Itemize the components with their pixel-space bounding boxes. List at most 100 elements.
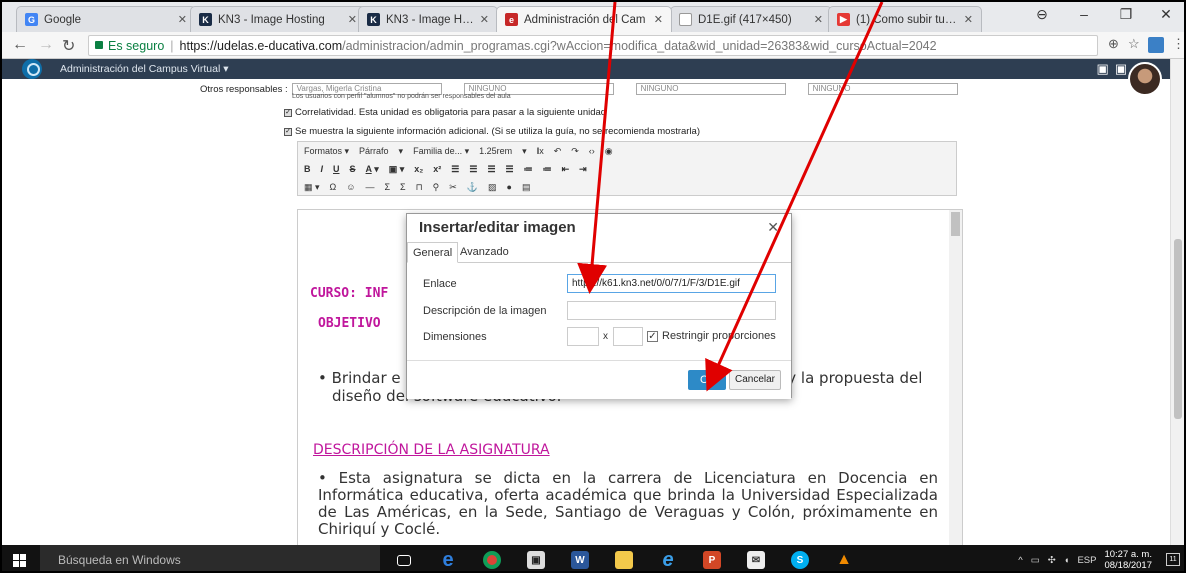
skype-icon[interactable]: S (778, 545, 822, 571)
back-icon[interactable]: ← (12, 36, 28, 54)
restore-icon[interactable]: ❐ (1106, 6, 1146, 23)
tab-d1e-gif[interactable]: D1E.gif (417×450) ✕ (670, 6, 832, 32)
page-scrollbar[interactable] (1170, 59, 1184, 545)
edge-icon[interactable]: e (426, 545, 470, 571)
numbered-list-icon[interactable]: ≔ (543, 164, 552, 175)
close-icon[interactable]: ✕ (964, 13, 973, 26)
window-close-icon[interactable]: ✕ (1146, 6, 1184, 23)
special-char-icon[interactable]: Ω (330, 182, 337, 192)
align-center-icon[interactable]: ☰ (469, 164, 477, 175)
close-icon[interactable]: ✕ (348, 13, 357, 26)
windows-start-icon[interactable] (13, 554, 26, 567)
tab-avanzado[interactable]: Avanzado (455, 242, 514, 263)
font-size-dropdown[interactable]: 1.25rem (479, 146, 512, 156)
forward-icon[interactable]: → (38, 36, 54, 54)
correlatividad-option[interactable]: ✓ Correlatividad. Esta unidad es obligat… (284, 107, 606, 118)
responsable-select-3[interactable]: NINGUNO (635, 83, 786, 95)
taskbar-search[interactable]: Búsqueda en Windows (40, 545, 380, 571)
task-view-icon[interactable] (382, 545, 426, 571)
checkbox-icon[interactable]: ✓ (647, 330, 658, 342)
redo-icon[interactable]: ↷ (571, 146, 579, 157)
extension-icon[interactable] (1148, 37, 1164, 53)
checkbox-icon[interactable]: ✓ (284, 108, 292, 117)
font-color-icon[interactable]: A ▾ (366, 164, 379, 175)
tray-expand-icon[interactable]: ^ (1018, 555, 1022, 566)
sigma-icon[interactable]: Σ (384, 182, 390, 192)
menu-icon[interactable]: ⋮ (1172, 36, 1184, 52)
preview-icon[interactable]: ◉ (605, 146, 613, 157)
template-icon[interactable]: ▤ (522, 182, 531, 193)
tab-kn3-2[interactable]: K KN3 - Image Hosting ✕ (358, 6, 498, 32)
tab-kn3-1[interactable]: K KN3 - Image Hosting ✕ (190, 6, 366, 32)
reload-icon[interactable]: ↻ (62, 36, 75, 56)
outdent-icon[interactable]: ⇤ (562, 164, 570, 175)
language-indicator[interactable]: ESP (1077, 555, 1096, 566)
formatos-dropdown[interactable]: Formatos ▾ (304, 146, 349, 157)
align-right-icon[interactable]: ☰ (487, 164, 495, 175)
bold-icon[interactable]: B (304, 164, 311, 174)
minimize-icon[interactable]: – (1064, 6, 1104, 22)
sigma-small-icon[interactable]: Σ (400, 182, 406, 192)
cancel-button[interactable]: Cancelar (729, 370, 781, 390)
chrome-icon[interactable] (470, 545, 514, 571)
parrafo-dropdown[interactable]: Párrafo (359, 146, 389, 156)
url-field[interactable]: Es seguro | https://udelas.e-ducativa.co… (88, 35, 1098, 56)
clear-format-icon[interactable]: Ix (537, 146, 544, 156)
tab-general[interactable]: General (407, 242, 459, 263)
underline-icon[interactable]: U (333, 164, 340, 174)
info-adicional-option[interactable]: ✓ Se muestra la siguiente información ad… (284, 126, 700, 137)
word-icon[interactable]: W (558, 545, 602, 571)
strikethrough-icon[interactable]: S (350, 164, 356, 174)
powerpoint-icon[interactable]: P (690, 545, 734, 571)
editor-scrollbar[interactable] (949, 210, 962, 545)
ie-icon[interactable]: e (646, 545, 690, 571)
vlc-icon[interactable]: ▲ (822, 545, 866, 571)
undo-icon[interactable]: ↶ (554, 146, 562, 157)
table-icon[interactable]: ▦ ▾ (304, 182, 320, 193)
code-icon[interactable]: ‹› (589, 146, 595, 156)
descripcion-input[interactable] (567, 301, 776, 320)
enlace-input[interactable]: https://k61.kn3.net/0/0/7/1/F/3/D1E.gif (567, 274, 776, 293)
font-family-dropdown[interactable]: Familia de... ▾ (413, 146, 469, 157)
link-icon[interactable]: ⚲ (433, 182, 440, 193)
profile-icon[interactable]: ⊖ (1022, 6, 1062, 23)
indent-icon[interactable]: ⇥ (579, 164, 587, 175)
bullet-list-icon[interactable]: ≔ (524, 164, 533, 175)
volume-icon[interactable]: ◖ (1064, 555, 1070, 566)
bookmark-icon[interactable]: ⊓ (416, 182, 423, 193)
clock[interactable]: 10:27 a. m. 08/18/2017 (1104, 549, 1152, 571)
notifications-icon[interactable]: 11 (1166, 553, 1180, 566)
tab-administracion[interactable]: e Administración del Cam ✕ (496, 6, 672, 32)
close-icon[interactable]: ✕ (654, 13, 663, 26)
chevron-down-icon[interactable]: ▾ (522, 146, 527, 157)
close-icon[interactable]: ✕ (814, 13, 823, 26)
superscript-icon[interactable]: x² (433, 164, 441, 174)
emoji-icon[interactable]: ☺ (346, 182, 355, 192)
anchor-icon[interactable]: ⚓ (467, 182, 478, 193)
image-icon[interactable]: ▨ (488, 182, 497, 193)
height-input[interactable] (613, 327, 643, 346)
ok-button[interactable]: Ok (688, 370, 726, 390)
checkbox-icon[interactable]: ✓ (284, 127, 292, 136)
tab-google[interactable]: G Google ✕ (16, 6, 196, 32)
justify-icon[interactable]: ☰ (506, 164, 514, 175)
explorer-icon[interactable] (602, 545, 646, 571)
chevron-down-icon[interactable]: ▾ (399, 146, 404, 157)
star-icon[interactable]: ☆ (1128, 36, 1140, 52)
unlink-icon[interactable]: ✂ (449, 182, 457, 193)
highlight-icon[interactable]: ▣ ▾ (389, 164, 405, 175)
subscript-icon[interactable]: x₂ (414, 164, 423, 174)
responsable-select-4[interactable]: NINGUNO (807, 83, 958, 95)
hr-icon[interactable]: — (365, 182, 374, 192)
mail-icon[interactable]: ✉ (734, 545, 778, 571)
close-icon[interactable]: ✕ (178, 13, 187, 26)
width-input[interactable] (567, 327, 599, 346)
network-icon[interactable]: ✣ (1048, 555, 1056, 566)
battery-icon[interactable]: ▭ (1031, 555, 1040, 566)
admin-menu[interactable]: Administración del Campus Virtual ▾ (60, 63, 228, 75)
tab-youtube[interactable]: ▶ (1) Como subir tu imag ✕ (828, 6, 982, 32)
store-icon[interactable]: ▣ (514, 545, 558, 571)
close-icon[interactable]: ✕ (767, 219, 779, 236)
media-icon[interactable]: ● (507, 182, 512, 192)
align-left-icon[interactable]: ☰ (451, 164, 459, 175)
